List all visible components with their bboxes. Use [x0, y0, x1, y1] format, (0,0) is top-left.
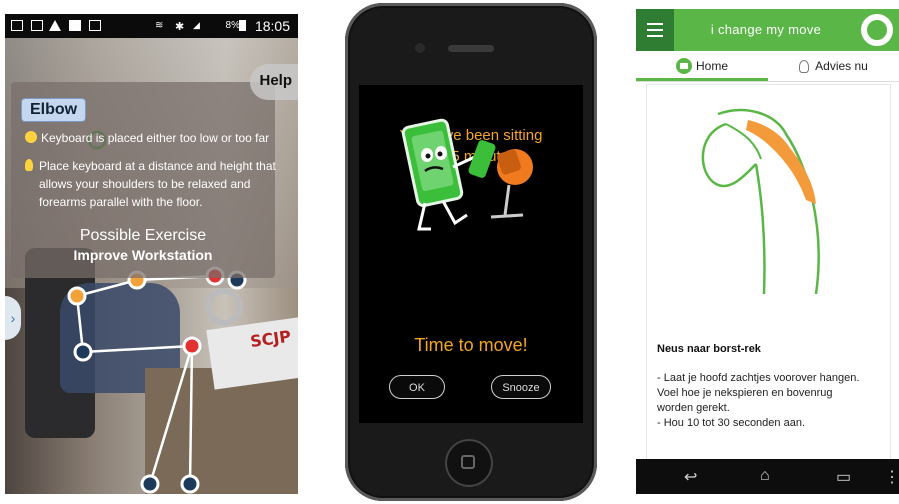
home-button[interactable] [445, 439, 493, 487]
body-part-label: Elbow [21, 98, 87, 122]
home-icon[interactable]: ⌂ [760, 467, 770, 485]
joint-hip [73, 342, 93, 362]
tab-home[interactable]: Home [636, 51, 768, 81]
app-title: i change my move [710, 22, 822, 37]
problem-line: Keyboard is placed either too low or too… [25, 130, 269, 146]
posture-app-screen: ≋ ✱ ◢ 8% 18:05 SCJP Help Elbow Keyboard … [5, 14, 298, 494]
lightbulb-icon [25, 159, 33, 171]
joint-ankle-right [180, 474, 200, 494]
camera-view: SCJP Help Elbow Keyboard is placed eithe… [5, 38, 298, 494]
earpiece [448, 45, 494, 52]
advice-line-1: Place keyboard at a distance and height … [25, 158, 276, 174]
status-bar: ≋ ✱ ◢ 8% 18:05 [5, 14, 298, 38]
image-icon [31, 20, 43, 31]
phone-kicking-chair-illustration [401, 118, 533, 231]
mail-icon [89, 20, 101, 31]
iphone-device: You have been sitting for 45 minutes. Ti… [345, 3, 597, 503]
app-bar: i change my move [636, 9, 899, 51]
bluetooth-icon: ✱ [175, 21, 185, 33]
joint-ankle-left [140, 474, 160, 494]
advice-line-3: forearms parallel with the floor. [39, 195, 203, 209]
help-button[interactable]: Help [250, 64, 298, 100]
clock: 18:05 [254, 18, 290, 34]
ok-button[interactable]: OK [389, 375, 445, 399]
home-icon [675, 58, 692, 74]
front-camera [415, 43, 425, 53]
lightbulb-icon [799, 60, 810, 73]
back-icon[interactable]: ↩ [684, 467, 697, 487]
instruction-line-3: worden gerekt. [657, 402, 730, 414]
warning-icon [49, 20, 61, 31]
vibrate-icon: ≋ [155, 20, 164, 31]
exercise-heading: Possible Exercise [79, 227, 207, 244]
battery-percent: 8% [225, 20, 240, 31]
tab-advies-label: Advies nu [815, 59, 868, 73]
exercise-name: Improve Workstation [73, 247, 213, 263]
instruction-line-1: - Laat je hoofd zachtjes voorover hangen… [657, 372, 860, 384]
call-to-action: Time to move! [414, 335, 528, 355]
menu-icon[interactable] [636, 9, 674, 51]
instruction-line-4: - Hou 10 tot 30 seconden aan. [657, 417, 805, 429]
joint-shoulder [67, 286, 87, 306]
i-change-my-move-app: i change my move Home Advies nu Neus naa… [636, 9, 899, 494]
battery-icon [239, 20, 246, 31]
sad-face-icon [25, 131, 37, 143]
android-nav-bar: ↩ ⌂ ▭ ⋮ [636, 459, 899, 494]
neck-stretch-illustration [701, 108, 820, 295]
advice-text-1: Place keyboard at a distance and height … [39, 159, 276, 173]
tab-advies-nu[interactable]: Advies nu [768, 51, 899, 81]
recent-apps-icon[interactable]: ▭ [836, 467, 851, 487]
message-icon [69, 20, 81, 31]
square-icon [461, 455, 475, 469]
snooze-button[interactable]: Snooze [491, 375, 551, 399]
signal-icon: ◢ [193, 20, 200, 30]
camera-icon [11, 20, 23, 31]
problem-text: Keyboard is placed either too low or too… [41, 131, 270, 145]
more-icon[interactable]: ⋮ [884, 467, 899, 487]
joint-knee [182, 336, 202, 356]
instruction-line-2: Voel hoe je nekspieren en bovenrug [657, 387, 833, 399]
ring-logo-icon [861, 14, 893, 46]
advice-line-2: allows your shoulders to be relaxed and [39, 177, 251, 191]
exercise-instructions: - Laat je hoofd zachtjes voorover hangen… [657, 371, 882, 431]
tab-home-label: Home [695, 59, 728, 73]
tab-bar: Home Advies nu [636, 51, 899, 82]
exercise-title: Neus naar borst-rek [657, 343, 761, 355]
